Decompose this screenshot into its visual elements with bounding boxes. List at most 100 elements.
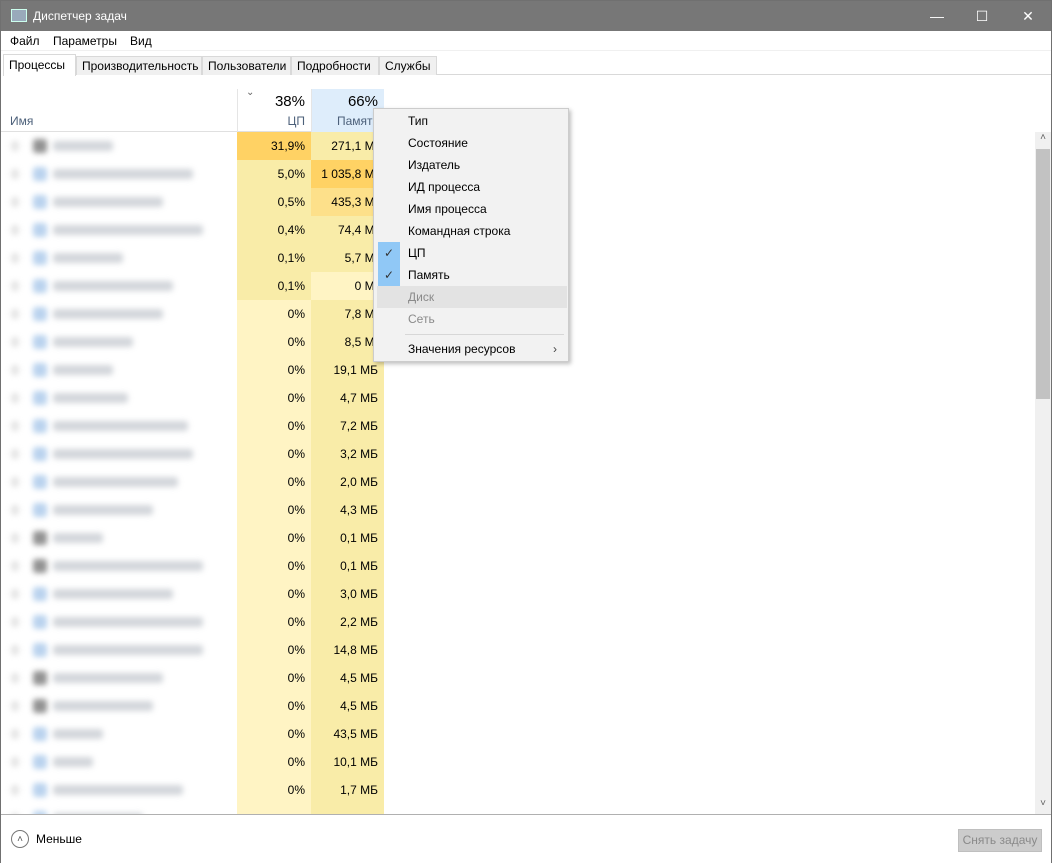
cpu-cell: 0% (237, 636, 311, 664)
cpu-cell: 0,4% (237, 216, 311, 244)
cpu-cell (237, 804, 311, 814)
process-name (53, 785, 183, 795)
scroll-up-icon[interactable]: ˄ (1035, 132, 1051, 148)
expand-arrow-icon[interactable] (11, 505, 19, 515)
column-name[interactable]: Имя (1, 89, 237, 132)
menu-item-7[interactable]: ✓ ЦП (377, 242, 567, 264)
minimize-button[interactable]: — (914, 1, 960, 31)
vertical-scrollbar[interactable]: ˄ ˅ (1035, 132, 1051, 814)
memory-cell: 0,1 МБ (311, 552, 384, 580)
expand-arrow-icon[interactable] (11, 253, 19, 263)
process-row[interactable]: 0% 3,0 МБ (1, 580, 1035, 608)
menu-item-6[interactable]: Командная строка (377, 220, 567, 242)
process-icon (33, 699, 47, 713)
cpu-cell: 0% (237, 468, 311, 496)
expand-arrow-icon[interactable] (11, 449, 19, 459)
memory-cell: 3,2 МБ (311, 440, 384, 468)
memory-cell: 1,7 МБ (311, 776, 384, 804)
column-divider (311, 89, 312, 132)
process-row[interactable]: 0% 2,2 МБ (1, 608, 1035, 636)
tab-processes[interactable]: Процессы (3, 54, 76, 76)
menu-item-8[interactable]: ✓ Память (377, 264, 567, 286)
scroll-down-icon[interactable]: ˅ (1035, 798, 1051, 814)
menu-item-3[interactable]: Издатель (377, 154, 567, 176)
menu-separator (405, 334, 564, 335)
cpu-cell: 0% (237, 412, 311, 440)
expand-arrow-icon[interactable] (11, 365, 19, 375)
expand-arrow-icon[interactable] (11, 645, 19, 655)
expand-arrow-icon[interactable] (11, 757, 19, 767)
process-row[interactable] (1, 804, 1035, 814)
tab-services[interactable]: Службы (379, 56, 437, 75)
menu-item-label: Командная строка (408, 224, 511, 238)
close-button[interactable]: ✕ (1005, 1, 1051, 31)
expand-arrow-icon[interactable] (11, 561, 19, 571)
process-row[interactable]: 0% 14,8 МБ (1, 636, 1035, 664)
process-name (53, 365, 113, 375)
cpu-label: ЦП (287, 114, 305, 128)
expand-arrow-icon[interactable] (11, 477, 19, 487)
menu-item-9[interactable]: Диск (377, 286, 567, 308)
maximize-button[interactable]: ☐ (959, 1, 1005, 31)
expand-arrow-icon[interactable] (11, 785, 19, 795)
menu-item-5[interactable]: Имя процесса (377, 198, 567, 220)
menu-view[interactable]: Вид (130, 34, 152, 48)
cpu-cell: 0% (237, 552, 311, 580)
expand-arrow-icon[interactable] (11, 197, 19, 207)
process-icon (33, 223, 47, 237)
process-icon (33, 531, 47, 545)
process-icon (33, 139, 47, 153)
menu-item-1[interactable]: Тип (377, 110, 567, 132)
process-row[interactable]: 0% 3,2 МБ (1, 440, 1035, 468)
process-row[interactable]: 0% 4,7 МБ (1, 384, 1035, 412)
process-row[interactable]: 0% 2,0 МБ (1, 468, 1035, 496)
process-row[interactable]: 0% 7,2 МБ (1, 412, 1035, 440)
process-row[interactable]: 0% 43,5 МБ (1, 720, 1035, 748)
process-row[interactable]: 0% 4,5 МБ (1, 664, 1035, 692)
fewer-details-button[interactable]: ˄ Меньше (11, 830, 82, 848)
expand-arrow-icon[interactable] (11, 589, 19, 599)
process-row[interactable]: 0% 0,1 МБ (1, 524, 1035, 552)
process-icon (33, 251, 47, 265)
menu-item-2[interactable]: Состояние (377, 132, 567, 154)
menu-item-10[interactable]: Сеть (377, 308, 567, 330)
expand-arrow-icon[interactable] (11, 309, 19, 319)
expand-arrow-icon[interactable] (11, 281, 19, 291)
tab-users[interactable]: Пользователи (202, 56, 291, 75)
end-task-button[interactable]: Снять задачу (958, 829, 1042, 852)
expand-arrow-icon[interactable] (11, 533, 19, 543)
scroll-thumb[interactable] (1036, 149, 1050, 399)
expand-arrow-icon[interactable] (11, 337, 19, 347)
expand-arrow-icon[interactable] (11, 701, 19, 711)
footer: ˄ Меньше Снять задачу (1, 814, 1051, 864)
menu-item-label: Тип (408, 114, 429, 128)
tab-details[interactable]: Подробности (291, 56, 379, 75)
menu-item-resource-values[interactable]: Значения ресурсов › (377, 338, 567, 360)
process-name (53, 309, 163, 319)
menu-options[interactable]: Параметры (53, 34, 117, 48)
menu-file[interactable]: Файл (10, 34, 40, 48)
process-name (53, 449, 193, 459)
expand-arrow-icon[interactable] (11, 169, 19, 179)
process-icon (33, 391, 47, 405)
expand-arrow-icon[interactable] (11, 225, 19, 235)
process-name (53, 617, 203, 627)
expand-arrow-icon[interactable] (11, 141, 19, 151)
expand-arrow-icon[interactable] (11, 617, 19, 627)
expand-arrow-icon[interactable] (11, 393, 19, 403)
expand-arrow-icon[interactable] (11, 729, 19, 739)
expand-arrow-icon[interactable] (11, 673, 19, 683)
process-row[interactable]: 0% 4,5 МБ (1, 692, 1035, 720)
menu-item-4[interactable]: ИД процесса (377, 176, 567, 198)
column-cpu[interactable]: ⌄ 38% ЦП (237, 87, 311, 132)
cpu-cell: 0% (237, 608, 311, 636)
expand-arrow-icon[interactable] (11, 421, 19, 431)
menu-item-label: ЦП (408, 246, 426, 260)
process-row[interactable]: 0% 1,7 МБ (1, 776, 1035, 804)
process-icon (33, 615, 47, 629)
process-icon (33, 559, 47, 573)
process-row[interactable]: 0% 0,1 МБ (1, 552, 1035, 580)
process-row[interactable]: 0% 10,1 МБ (1, 748, 1035, 776)
tab-performance[interactable]: Производительность (76, 56, 202, 75)
process-row[interactable]: 0% 4,3 МБ (1, 496, 1035, 524)
